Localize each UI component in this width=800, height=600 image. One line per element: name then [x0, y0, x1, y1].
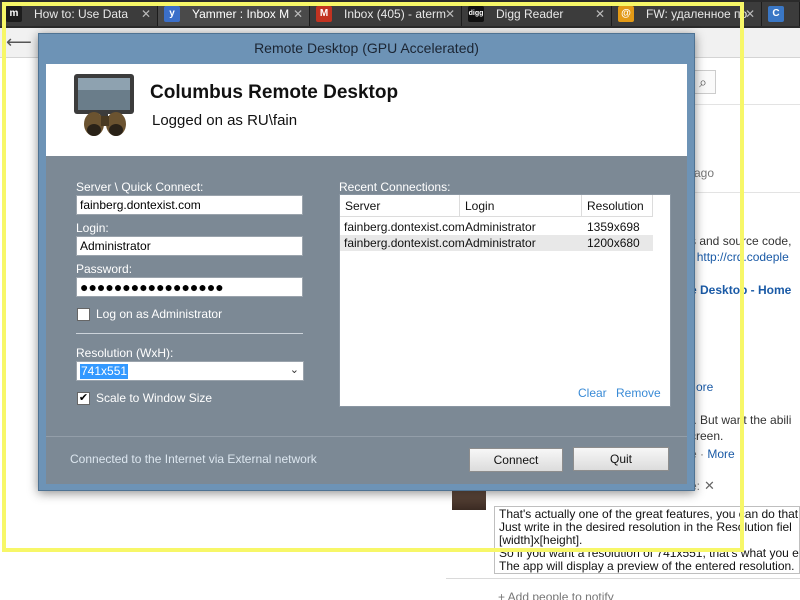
- connection-status: Connected to the Internet via External n…: [70, 452, 317, 466]
- table-row[interactable]: fainberg.dontexist.com Administrator 135…: [340, 219, 653, 235]
- row-login: Administrator: [465, 220, 536, 234]
- divider: [690, 192, 800, 193]
- browser-tab-yammer[interactable]: y Yammer : Inbox M ✕: [158, 2, 310, 26]
- timestamp-fragment: ago: [694, 166, 715, 180]
- recent-connections-list[interactable]: Server Login Resolution fainberg.dontexi…: [339, 194, 671, 407]
- row-resolution: 1200x680: [587, 236, 640, 250]
- more-link[interactable]: More: [707, 447, 734, 461]
- scale-checkbox[interactable]: ✔: [77, 392, 90, 405]
- avatar: [452, 488, 486, 510]
- tab-title: How to: Use Data: [34, 7, 129, 21]
- server-label: Server \ Quick Connect:: [76, 180, 204, 194]
- recent-connections-label: Recent Connections:: [339, 180, 451, 194]
- remote-desktop-dialog: Remote Desktop (GPU Accelerated) Columbu…: [38, 33, 695, 491]
- server-input[interactable]: fainberg.dontexist.com: [76, 195, 303, 215]
- scale-checkbox-label[interactable]: Scale to Window Size: [96, 391, 212, 405]
- row-server: fainberg.dontexist.com: [344, 236, 465, 250]
- password-label: Password:: [76, 262, 133, 276]
- divider: [76, 333, 303, 334]
- monitor-binoculars-icon: [74, 74, 134, 136]
- close-icon[interactable]: ✕: [595, 2, 605, 26]
- column-header-resolution[interactable]: Resolution: [582, 195, 653, 217]
- browser-tab-gmail[interactable]: M Inbox (405) - aterm ✕: [310, 2, 462, 26]
- gmail-logo-icon: M: [316, 6, 332, 22]
- row-server: fainberg.dontexist.com: [344, 220, 465, 234]
- tab-title: FW: удаленное по: [646, 7, 748, 21]
- tab-title: Inbox (405) - aterm: [344, 7, 447, 21]
- login-input[interactable]: Administrator: [76, 236, 303, 256]
- logged-on-text: Logged on as RU\fain: [152, 112, 298, 129]
- close-icon[interactable]: ✕: [141, 2, 151, 26]
- admin-checkbox-label[interactable]: Log on as Administrator: [96, 307, 222, 321]
- column-header-server[interactable]: Server: [340, 195, 460, 217]
- app-title: Columbus Remote Desktop: [150, 82, 399, 103]
- reply-textarea[interactable]: That's actually one of the great feature…: [494, 506, 800, 574]
- divider: [446, 578, 800, 579]
- browser-tab-bar: m How to: Use Data ✕ y Yammer : Inbox M …: [0, 0, 800, 28]
- close-icon[interactable]: ✕: [445, 2, 455, 26]
- close-icon[interactable]: ✕: [293, 2, 303, 26]
- browser-tab-digg[interactable]: digg Digg Reader ✕: [462, 2, 612, 26]
- add-people-link[interactable]: + Add people to notify: [498, 590, 614, 600]
- post-text-fragment: t. But want the abili: [690, 413, 792, 427]
- resolution-label: Resolution (WxH):: [76, 346, 174, 360]
- clear-link[interactable]: Clear: [578, 386, 607, 400]
- desktop-home-link[interactable]: e Desktop - Home: [690, 283, 791, 297]
- column-header-login[interactable]: Login: [460, 195, 582, 217]
- resolution-value: 741x551: [80, 364, 129, 379]
- row-resolution: 1359x698: [587, 220, 640, 234]
- password-input[interactable]: ●●●●●●●●●●●●●●●●●: [76, 277, 303, 297]
- browser-tab-fw[interactable]: @ FW: удаленное по ✕: [612, 2, 762, 26]
- dialog-body: Server \ Quick Connect: fainberg.dontexi…: [46, 156, 687, 484]
- chevron-down-icon[interactable]: ⌄: [290, 363, 299, 376]
- tab-title: Digg Reader: [496, 7, 564, 21]
- row-login: Administrator: [465, 236, 536, 250]
- resolution-combobox[interactable]: 741x551 ⌄: [76, 361, 304, 381]
- quit-button[interactable]: Quit: [573, 447, 669, 471]
- digg-logo-icon: digg: [468, 6, 484, 22]
- admin-checkbox[interactable]: [77, 308, 90, 321]
- dialog-header: Columbus Remote Desktop Logged on as RU\…: [46, 64, 687, 156]
- m-logo-icon: m: [6, 6, 22, 22]
- login-label: Login:: [76, 221, 109, 235]
- connect-button[interactable]: Connect: [469, 448, 563, 472]
- close-icon[interactable]: ✕: [704, 478, 715, 494]
- divider: [46, 436, 687, 437]
- post-text-fragment: s and source code,: [690, 234, 792, 248]
- browser-tab-howto[interactable]: m How to: Use Data ✕: [0, 2, 158, 26]
- dialog-title: Remote Desktop (GPU Accelerated): [254, 40, 479, 56]
- table-row[interactable]: fainberg.dontexist.com Administrator 120…: [340, 235, 653, 251]
- c-logo-icon: C: [768, 6, 784, 22]
- divider: [690, 104, 800, 105]
- back-arrow-icon[interactable]: ⟵: [6, 32, 32, 54]
- mail-at-icon: @: [618, 6, 634, 22]
- more-link[interactable]: ore: [696, 380, 713, 394]
- post-link-line: t http://crd.codeple: [690, 250, 789, 264]
- post-text-fragment: creen.: [690, 429, 724, 443]
- remove-link[interactable]: Remove: [616, 386, 661, 400]
- tab-title: Yammer : Inbox M: [192, 7, 290, 21]
- post-actions: e · More: [690, 447, 735, 461]
- codeplex-link[interactable]: http://crd.codeple: [697, 250, 789, 264]
- browser-tab-c[interactable]: C: [762, 2, 800, 26]
- reply-line: The app will display a preview of the en…: [499, 559, 795, 573]
- yammer-logo-icon: y: [164, 6, 180, 22]
- close-icon[interactable]: ✕: [745, 2, 755, 26]
